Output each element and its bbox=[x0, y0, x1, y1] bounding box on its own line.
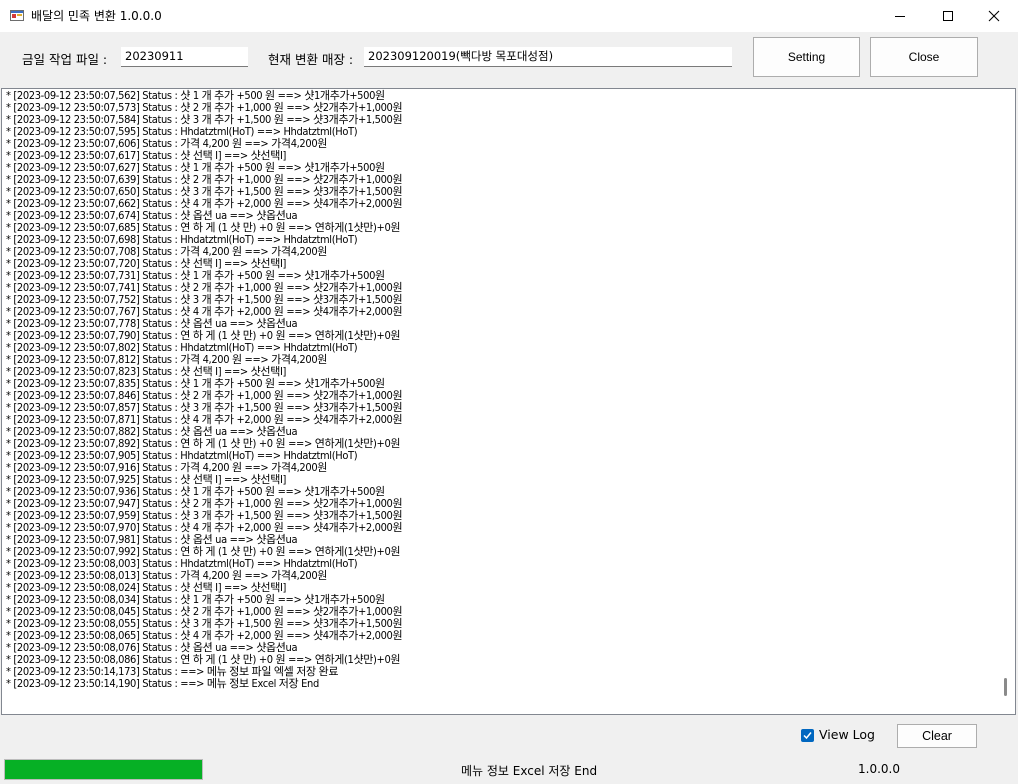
version-label: 1.0.0.0 bbox=[858, 762, 900, 776]
scrollbar-thumb[interactable] bbox=[1004, 678, 1007, 696]
window-title: 배달의 민족 변환 1.0.0.0 bbox=[31, 9, 162, 23]
checkmark-icon bbox=[803, 732, 812, 740]
work-file-label: 금일 작업 파일 : bbox=[22, 52, 108, 67]
maximize-icon bbox=[943, 11, 953, 21]
maximize-button[interactable] bbox=[925, 0, 971, 32]
store-field[interactable]: 202309120019(빽다방 목포대성점) bbox=[364, 47, 732, 67]
view-log-label[interactable]: View Log bbox=[819, 727, 875, 742]
store-label: 현재 변환 매장 : bbox=[268, 52, 354, 67]
work-file-field[interactable]: 20230911 bbox=[121, 47, 248, 67]
progress-fill bbox=[5, 760, 202, 779]
close-icon bbox=[988, 10, 1000, 22]
minimize-icon bbox=[895, 16, 905, 17]
app-icon bbox=[10, 8, 24, 22]
progress-bar bbox=[4, 759, 203, 780]
clear-button[interactable]: Clear bbox=[897, 724, 977, 748]
status-message: 메뉴 정보 Excel 저장 End bbox=[461, 764, 598, 778]
log-line: * [2023-09-12 23:50:14,190] Status : ==>… bbox=[6, 677, 319, 690]
minimize-button[interactable] bbox=[877, 0, 923, 32]
setting-button[interactable]: Setting bbox=[753, 37, 860, 77]
close-button[interactable]: Close bbox=[870, 37, 978, 77]
window-close-button[interactable] bbox=[971, 0, 1017, 32]
title-bar: 배달의 민족 변환 1.0.0.0 bbox=[0, 0, 1018, 32]
view-log-checkbox[interactable] bbox=[801, 729, 814, 742]
log-textbox[interactable]: * [2023-09-12 23:50:07,562] Status : 샷 1… bbox=[1, 88, 1016, 715]
